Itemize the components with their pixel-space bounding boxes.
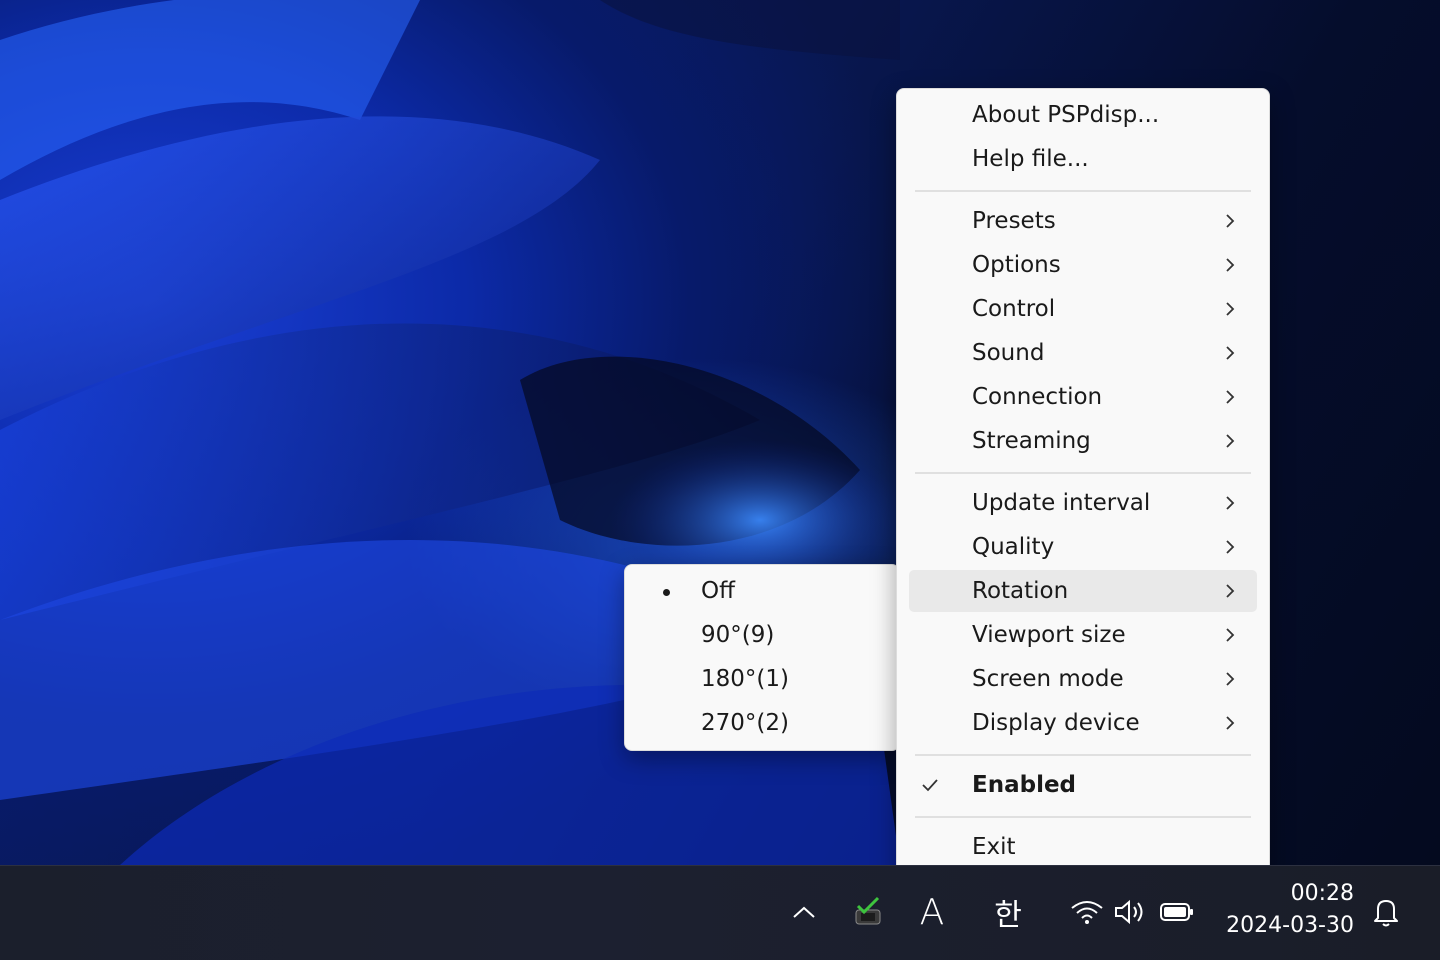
menu-item-label: Quality: [972, 534, 1055, 560]
rotation-option-off[interactable]: Off: [633, 570, 891, 612]
rotation-option-180[interactable]: 180°(1): [633, 658, 891, 700]
clock-button[interactable]: 00:28 2024-03-30: [1226, 878, 1354, 942]
rotation-option-90[interactable]: 90°(9): [633, 614, 891, 656]
ime-mode-icon: A: [919, 891, 945, 933]
chevron-up-icon: [793, 906, 815, 918]
menu-item-help-file[interactable]: Help file...: [909, 138, 1257, 180]
hangul-ime-button[interactable]: 한: [982, 886, 1034, 938]
menu-separator: [915, 190, 1251, 192]
notification-bell-icon: [1374, 900, 1398, 927]
menu-item-label: Presets: [972, 208, 1056, 234]
menu-item-update-interval[interactable]: Update interval: [909, 482, 1257, 524]
notifications-button[interactable]: [1364, 886, 1408, 938]
volume-icon: [1115, 899, 1143, 925]
menu-item-label: Options: [972, 252, 1061, 278]
chevron-right-icon: [1226, 540, 1235, 554]
menu-item-screen-mode[interactable]: Screen mode: [909, 658, 1257, 700]
menu-item-quality[interactable]: Quality: [909, 526, 1257, 568]
menu-item-connection[interactable]: Connection: [909, 376, 1257, 418]
menu-item-label: Enabled: [972, 772, 1077, 798]
chevron-right-icon: [1226, 628, 1235, 642]
chevron-right-icon: [1226, 346, 1235, 360]
rotation-submenu: Off 90°(9) 180°(1) 270°(2): [624, 564, 900, 751]
wifi-icon: [1071, 901, 1103, 924]
hangul-icon: 한: [994, 898, 1022, 933]
rotation-option-label: 180°(1): [701, 666, 789, 692]
menu-item-label: Control: [972, 296, 1056, 322]
pspdisp-context-menu: About PSPdisp... Help file... Presets Op…: [896, 88, 1270, 876]
radio-bullet-icon: [663, 589, 670, 596]
menu-item-viewport-size[interactable]: Viewport size: [909, 614, 1257, 656]
menu-item-label: About PSPdisp...: [972, 102, 1160, 128]
clock-time: 00:28: [1290, 881, 1354, 906]
menu-separator: [915, 754, 1251, 756]
menu-item-label: Viewport size: [972, 622, 1126, 648]
menu-item-display-device[interactable]: Display device: [909, 702, 1257, 744]
chevron-right-icon: [1226, 258, 1235, 272]
menu-item-exit[interactable]: Exit: [909, 826, 1257, 868]
chevron-right-icon: [1226, 716, 1235, 730]
menu-item-control[interactable]: Control: [909, 288, 1257, 330]
taskbar: A 한 00:28 2024-03-30: [0, 865, 1440, 960]
menu-item-rotation[interactable]: Rotation: [909, 570, 1257, 612]
network-volume-battery-button[interactable]: [1062, 886, 1202, 938]
show-hidden-icons-button[interactable]: [784, 886, 824, 938]
chevron-right-icon: [1226, 302, 1235, 316]
ime-mode-button[interactable]: A: [906, 886, 958, 938]
chevron-right-icon: [1226, 496, 1235, 510]
rotation-option-label: 270°(2): [701, 710, 789, 736]
menu-separator: [915, 816, 1251, 818]
rotation-option-270[interactable]: 270°(2): [633, 702, 891, 744]
menu-item-label: Exit: [972, 834, 1016, 860]
rotation-option-label: Off: [701, 578, 735, 604]
menu-item-enabled[interactable]: Enabled: [909, 764, 1257, 806]
menu-item-about[interactable]: About PSPdisp...: [909, 94, 1257, 136]
battery-icon: [1160, 903, 1193, 921]
chevron-right-icon: [1226, 672, 1235, 686]
menu-item-label: Rotation: [972, 578, 1069, 604]
menu-item-streaming[interactable]: Streaming: [909, 420, 1257, 462]
menu-separator: [915, 472, 1251, 474]
clock-date: 2024-03-30: [1226, 913, 1354, 938]
rotation-option-label: 90°(9): [701, 622, 775, 648]
menu-item-label: Display device: [972, 710, 1140, 736]
menu-item-sound[interactable]: Sound: [909, 332, 1257, 374]
chevron-right-icon: [1226, 390, 1235, 404]
menu-item-label: Sound: [972, 340, 1045, 366]
checkmark-icon: [922, 779, 938, 792]
menu-item-options[interactable]: Options: [909, 244, 1257, 286]
menu-item-label: Connection: [972, 384, 1103, 410]
pspdisp-tray-icon: [855, 896, 881, 925]
chevron-right-icon: [1226, 434, 1235, 448]
chevron-right-icon: [1226, 214, 1235, 228]
menu-item-label: Screen mode: [972, 666, 1124, 692]
menu-item-label: Help file...: [972, 146, 1089, 172]
chevron-right-icon: [1226, 584, 1235, 598]
menu-item-label: Update interval: [972, 490, 1151, 516]
menu-item-label: Streaming: [972, 428, 1091, 454]
pspdisp-tray-button[interactable]: [846, 886, 890, 938]
menu-item-presets[interactable]: Presets: [909, 200, 1257, 242]
